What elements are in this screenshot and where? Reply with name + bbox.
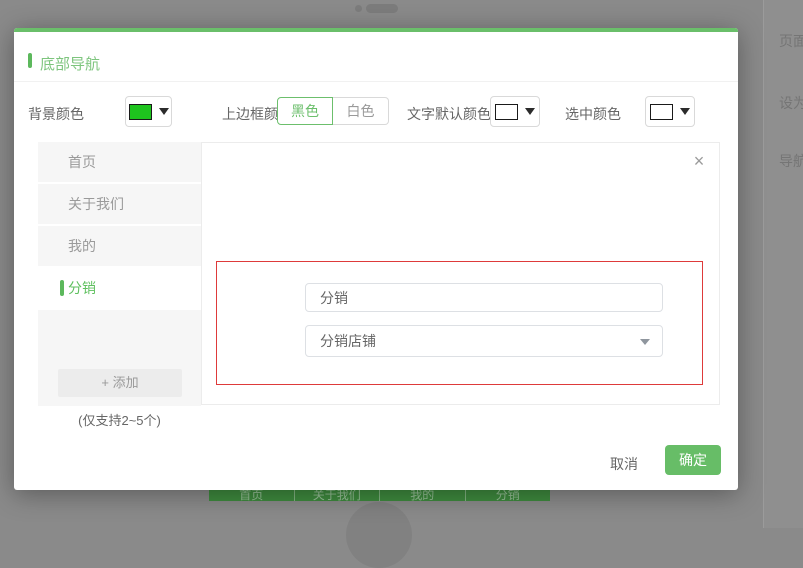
sidebar-filler: + 添加 (38, 310, 201, 406)
nav-items-sidebar: 首页 关于我们 我的 分销 + 添加 (38, 142, 201, 406)
title-accent-bar (28, 53, 32, 68)
background-circle-decoration (346, 502, 412, 568)
background-menu-item: 导航设 (779, 153, 803, 169)
sidebar-item-label: 分销 (68, 280, 96, 296)
background-toggle-pill (366, 4, 398, 13)
text-color-label: 文字默认颜色 (407, 106, 491, 122)
chevron-down-icon (525, 108, 535, 115)
border-color-black-button[interactable]: 黑色 (277, 97, 333, 125)
bg-color-picker[interactable] (125, 96, 172, 127)
selected-color-swatch (650, 103, 673, 120)
column-name-input[interactable] (305, 283, 663, 312)
add-tab-button[interactable]: + 添加 (58, 369, 182, 397)
nav-preview-segment: 分销 (464, 490, 551, 501)
tabs-limit-note: (仅支持2~5个) (78, 413, 161, 428)
bg-color-label: 背景颜色 (28, 106, 84, 122)
chevron-down-icon (640, 339, 650, 345)
dialog-header: 底部导航 (14, 32, 738, 82)
bottom-nav-preview: 首页 关于我们 我的 分销 (209, 490, 550, 501)
selected-tab-accent-bar (60, 280, 64, 296)
sidebar-item-home[interactable]: 首页 (38, 142, 201, 182)
sidebar-item-about[interactable]: 关于我们 (38, 184, 201, 224)
chevron-down-icon (680, 108, 690, 115)
nav-preview-segment: 我的 (379, 490, 465, 501)
confirm-button[interactable]: 确定 (665, 445, 721, 475)
chevron-down-icon (158, 108, 169, 115)
link-page-selected-value: 分销店铺 (320, 333, 376, 349)
background-settings-panel: 页面装 设为模 导航设 (763, 0, 803, 528)
bottom-nav-dialog: 底部导航 背景颜色 上边框颜色 黑色 白色 文字默认颜色 选中颜色 首页 关于我… (14, 28, 738, 490)
nav-preview-segment: 关于我们 (293, 490, 380, 501)
form-highlight-box (216, 261, 703, 385)
background-menu-item: 设为模 (779, 95, 803, 111)
border-color-white-button[interactable]: 白色 (333, 97, 389, 125)
bg-color-swatch (128, 103, 152, 120)
sidebar-item-mine[interactable]: 我的 (38, 226, 201, 266)
text-color-picker[interactable] (490, 96, 540, 127)
nav-preview-segment: 首页 (239, 490, 264, 501)
close-icon[interactable]: × (688, 150, 710, 172)
sidebar-item-distribution[interactable]: 分销 (38, 268, 201, 308)
border-color-options: 黑色 白色 (277, 97, 389, 125)
dialog-title: 底部导航 (40, 56, 101, 73)
cancel-button[interactable]: 取消 (606, 452, 642, 476)
selected-color-picker[interactable] (645, 96, 695, 127)
background-menu-item: 页面装 (779, 33, 803, 49)
link-page-select[interactable]: 分销店铺 (305, 325, 663, 357)
background-toggle-dot (355, 5, 362, 12)
text-color-swatch (495, 103, 518, 120)
selected-color-label: 选中颜色 (565, 106, 621, 122)
